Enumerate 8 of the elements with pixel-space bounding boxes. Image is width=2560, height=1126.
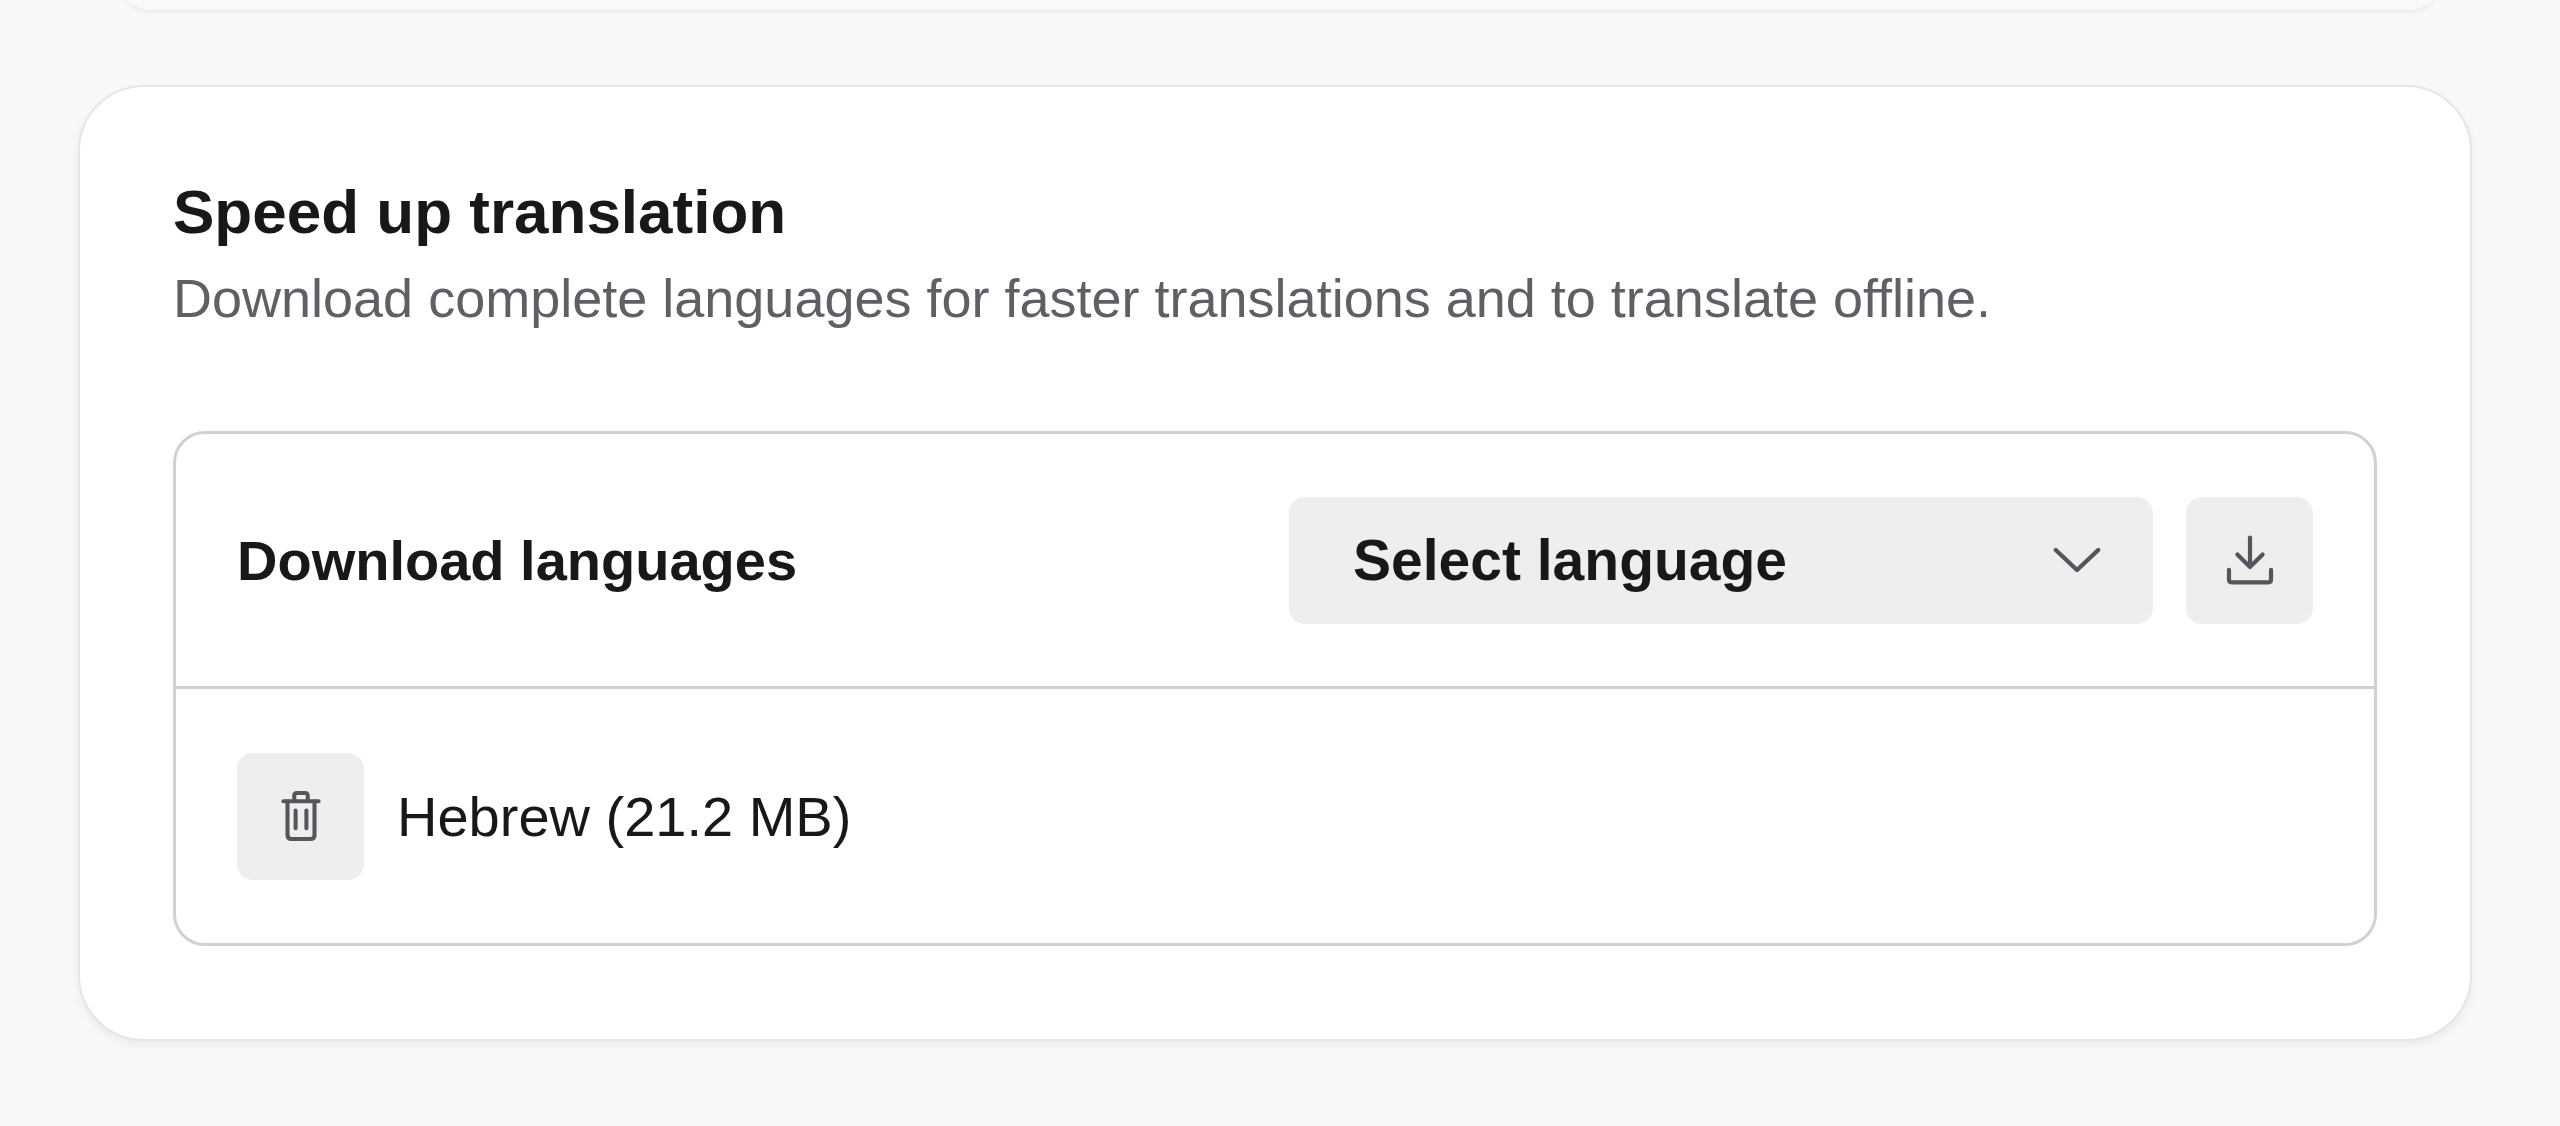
card-title: Speed up translation [173, 176, 788, 248]
download-button[interactable] [2186, 496, 2313, 624]
language-name: Hebrew (21.2 MB) [397, 783, 852, 849]
download-languages-label: Download languages [237, 527, 798, 593]
language-select[interactable]: Select language [1289, 496, 2153, 624]
card-description: Download complete languages for faster translations and to translate offline. [173, 267, 1993, 330]
chevron-down-icon [2051, 545, 2103, 575]
delete-button[interactable] [237, 752, 364, 880]
